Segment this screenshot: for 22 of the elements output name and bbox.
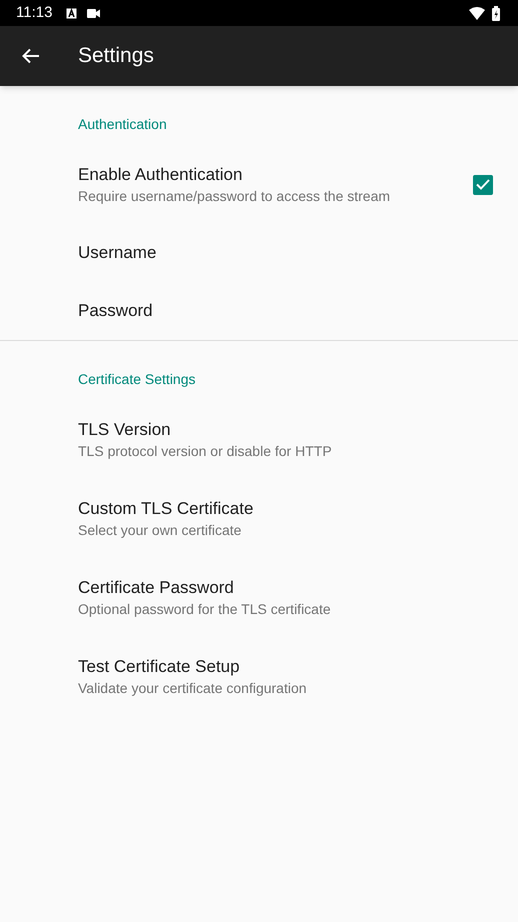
setting-summary: Require username/password to access the stream [78, 186, 392, 206]
screen-title: Settings [78, 43, 154, 70]
setting-summary: Validate your certificate configuration [78, 678, 308, 698]
setting-title[interactable]: Certificate Password [78, 576, 493, 598]
clock: 11:13 [16, 4, 52, 22]
video-camera-icon [87, 8, 100, 18]
text-notification-icon [66, 8, 78, 18]
setting-title[interactable]: Custom TLS Certificate [78, 498, 493, 520]
setting-title[interactable]: Username [78, 242, 493, 264]
setting-summary: Select your own certificate [78, 520, 242, 540]
setting-summary: Optional password for the TLS certificate [78, 600, 332, 618]
wifi-icon [469, 6, 485, 20]
back-arrow-icon [22, 48, 40, 64]
setting-title[interactable]: Test Certificate Setup [78, 656, 493, 678]
battery-charging-icon [492, 6, 500, 20]
checkbox[interactable] [473, 174, 493, 194]
setting-title[interactable]: Enable Authentication [78, 164, 473, 186]
section-header: Certificate Settings [78, 371, 196, 387]
setting-summary: TLS protocol version or disable for HTTP [78, 442, 333, 460]
setting-title[interactable]: Password [78, 300, 493, 322]
setting-title[interactable]: TLS Version [78, 418, 493, 440]
section-header: Authentication [78, 116, 167, 132]
